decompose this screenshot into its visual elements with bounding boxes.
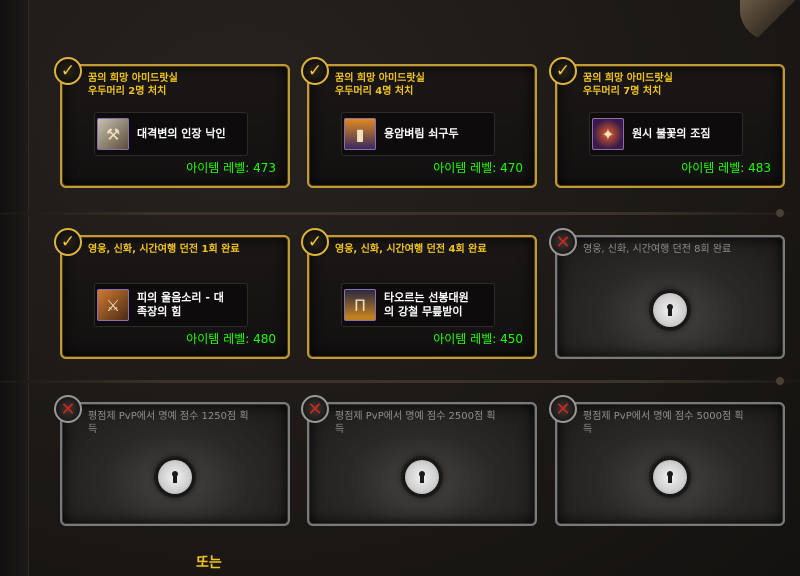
- requirement-text: 영웅, 신화, 시간여행 던전 4회 완료: [335, 244, 487, 255]
- requirement-text: 꿈의 희망 아미드랏실 우두머리 4명 처치: [335, 73, 425, 97]
- keyhole-lock-icon: [653, 460, 687, 494]
- molten-boots-icon: ▮: [344, 118, 376, 150]
- item-level: 아이템 레벨: 473: [186, 161, 276, 175]
- reward-card[interactable]: ✓ 영웅, 신화, 시간여행 던전 1회 완료 ⚔ 피의 울음소리 - 대 족장…: [54, 228, 290, 359]
- keyhole-lock-icon: [158, 460, 192, 494]
- reward-item[interactable]: Π 타오르는 선봉대원 의 강철 무릎받이: [341, 283, 495, 327]
- reward-item[interactable]: ✦ 원시 불꽃의 조짐: [589, 112, 743, 156]
- check-icon: ✓: [54, 228, 82, 256]
- requirement-text: 영웅, 신화, 시간여행 던전 8회 완료: [583, 244, 732, 255]
- requirement-text: 평점제 PvP에서 명예 점수 5000점 획 득: [583, 411, 744, 435]
- left-frame-strip: [0, 0, 29, 576]
- row-divider: [0, 209, 800, 217]
- requirement-text: 평점제 PvP에서 명예 점수 1250점 획 득: [88, 411, 249, 435]
- item-level: 아이템 레벨: 483: [681, 161, 771, 175]
- or-label: 또는: [196, 555, 222, 571]
- item-name: 원시 불꽃의 조짐: [632, 127, 711, 140]
- primal-flame-icon: ✦: [592, 118, 624, 150]
- requirement-text: 영웅, 신화, 시간여행 던전 1회 완료: [88, 244, 240, 255]
- item-name: 피의 울음소리 - 대 족장의 힘: [137, 291, 224, 318]
- reward-item[interactable]: ⚒ 대격변의 인장 낙인: [94, 112, 248, 156]
- locked-reward-card[interactable]: ✕ 평점제 PvP에서 명예 점수 5000점 획 득: [549, 395, 785, 526]
- reward-card[interactable]: ✓ 꿈의 희망 아미드랏실 우두머리 2명 처치 ⚒ 대격변의 인장 낙인 아이…: [54, 57, 290, 188]
- cross-icon: ✕: [549, 228, 577, 256]
- cross-icon: ✕: [54, 395, 82, 423]
- reward-item[interactable]: ⚔ 피의 울음소리 - 대 족장의 힘: [94, 283, 248, 327]
- locked-reward-card[interactable]: ✕ 영웅, 신화, 시간여행 던전 8회 완료: [549, 228, 785, 359]
- reward-card[interactable]: ✓ 꿈의 희망 아미드랏실 우두머리 7명 처치 ✦ 원시 불꽃의 조짐 아이템…: [549, 57, 785, 188]
- item-name: 타오르는 선봉대원 의 강철 무릎받이: [384, 291, 469, 318]
- row-divider: [0, 377, 800, 385]
- item-level: 아이템 레벨: 470: [433, 161, 523, 175]
- war-axe-icon: ⚔: [97, 289, 129, 321]
- item-level: 아이템 레벨: 450: [433, 332, 523, 346]
- cross-icon: ✕: [549, 395, 577, 423]
- reward-card[interactable]: ✓ 꿈의 희망 아미드랏실 우두머리 4명 처치 ▮ 용암벼림 쇠구두 아이템 …: [301, 57, 537, 188]
- keyhole-lock-icon: [405, 460, 439, 494]
- check-icon: ✓: [549, 57, 577, 85]
- requirement-text: 평점제 PvP에서 명예 점수 2500점 획 득: [335, 411, 496, 435]
- reward-card[interactable]: ✓ 영웅, 신화, 시간여행 던전 4회 완료 Π 타오르는 선봉대원 의 강철…: [301, 228, 537, 359]
- item-level: 아이템 레벨: 480: [186, 332, 276, 346]
- check-icon: ✓: [54, 57, 82, 85]
- cross-icon: ✕: [301, 395, 329, 423]
- locked-reward-card[interactable]: ✕ 평점제 PvP에서 명예 점수 2500점 획 득: [301, 395, 537, 526]
- item-name: 대격변의 인장 낙인: [137, 127, 226, 140]
- check-icon: ✓: [301, 57, 329, 85]
- requirement-text: 꿈의 희망 아미드랏실 우두머리 2명 처치: [88, 73, 178, 97]
- branding-iron-icon: ⚒: [97, 118, 129, 150]
- check-icon: ✓: [301, 228, 329, 256]
- legguards-icon: Π: [344, 289, 376, 321]
- keyhole-lock-icon: [653, 293, 687, 327]
- item-name: 용암벼림 쇠구두: [384, 127, 459, 140]
- reward-item[interactable]: ▮ 용암벼림 쇠구두: [341, 112, 495, 156]
- requirement-text: 꿈의 희망 아미드랏실 우두머리 7명 처치: [583, 73, 673, 97]
- locked-reward-card[interactable]: ✕ 평점제 PvP에서 명예 점수 1250점 획 득: [54, 395, 290, 526]
